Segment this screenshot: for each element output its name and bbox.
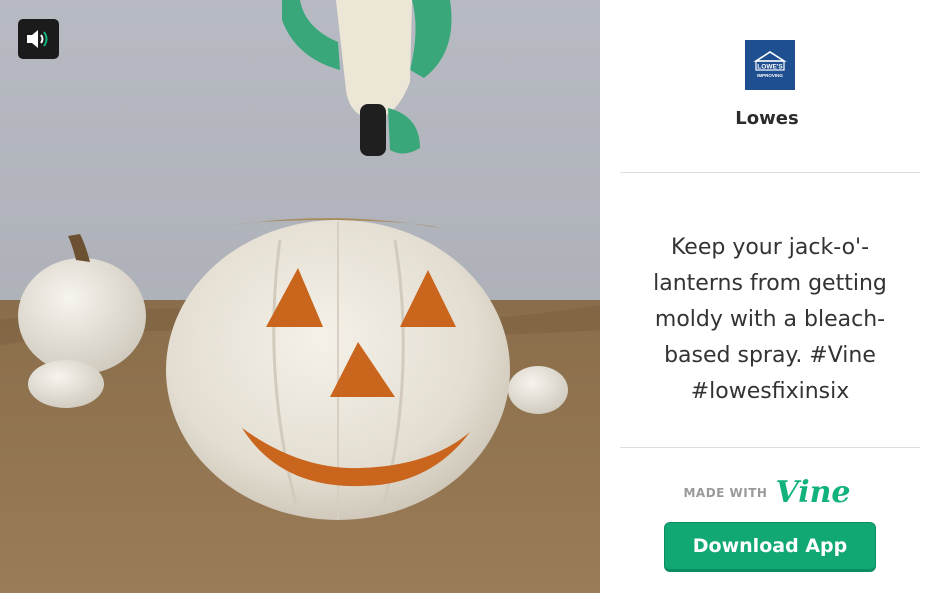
avatar-text-line1: LOWE'S [757, 64, 783, 71]
vine-embed: LOWE'S IMPROVING Lowes Keep your jack-o'… [0, 0, 934, 593]
speaker-on-icon [26, 30, 47, 48]
divider [620, 172, 920, 173]
download-app-button[interactable]: Download App [664, 522, 876, 572]
info-panel: LOWE'S IMPROVING Lowes Keep your jack-o'… [600, 0, 934, 593]
post-caption: Keep your jack-o'-lanterns from getting … [653, 235, 887, 404]
avatar-text-line2: IMPROVING [757, 73, 783, 78]
made-with-label: MADE WITH [683, 486, 768, 500]
made-with-vine[interactable]: MADE WITH Vine [600, 478, 934, 508]
vine-logo-icon: Vine [775, 475, 851, 510]
video-player[interactable] [0, 0, 600, 593]
author-name-link[interactable]: Lowes [600, 108, 934, 129]
author-avatar[interactable]: LOWE'S IMPROVING [745, 40, 795, 90]
video-frame [0, 0, 600, 593]
lowes-logo-icon: LOWE'S IMPROVING [753, 51, 787, 78]
sound-toggle-button[interactable] [18, 19, 59, 59]
divider [620, 447, 920, 448]
